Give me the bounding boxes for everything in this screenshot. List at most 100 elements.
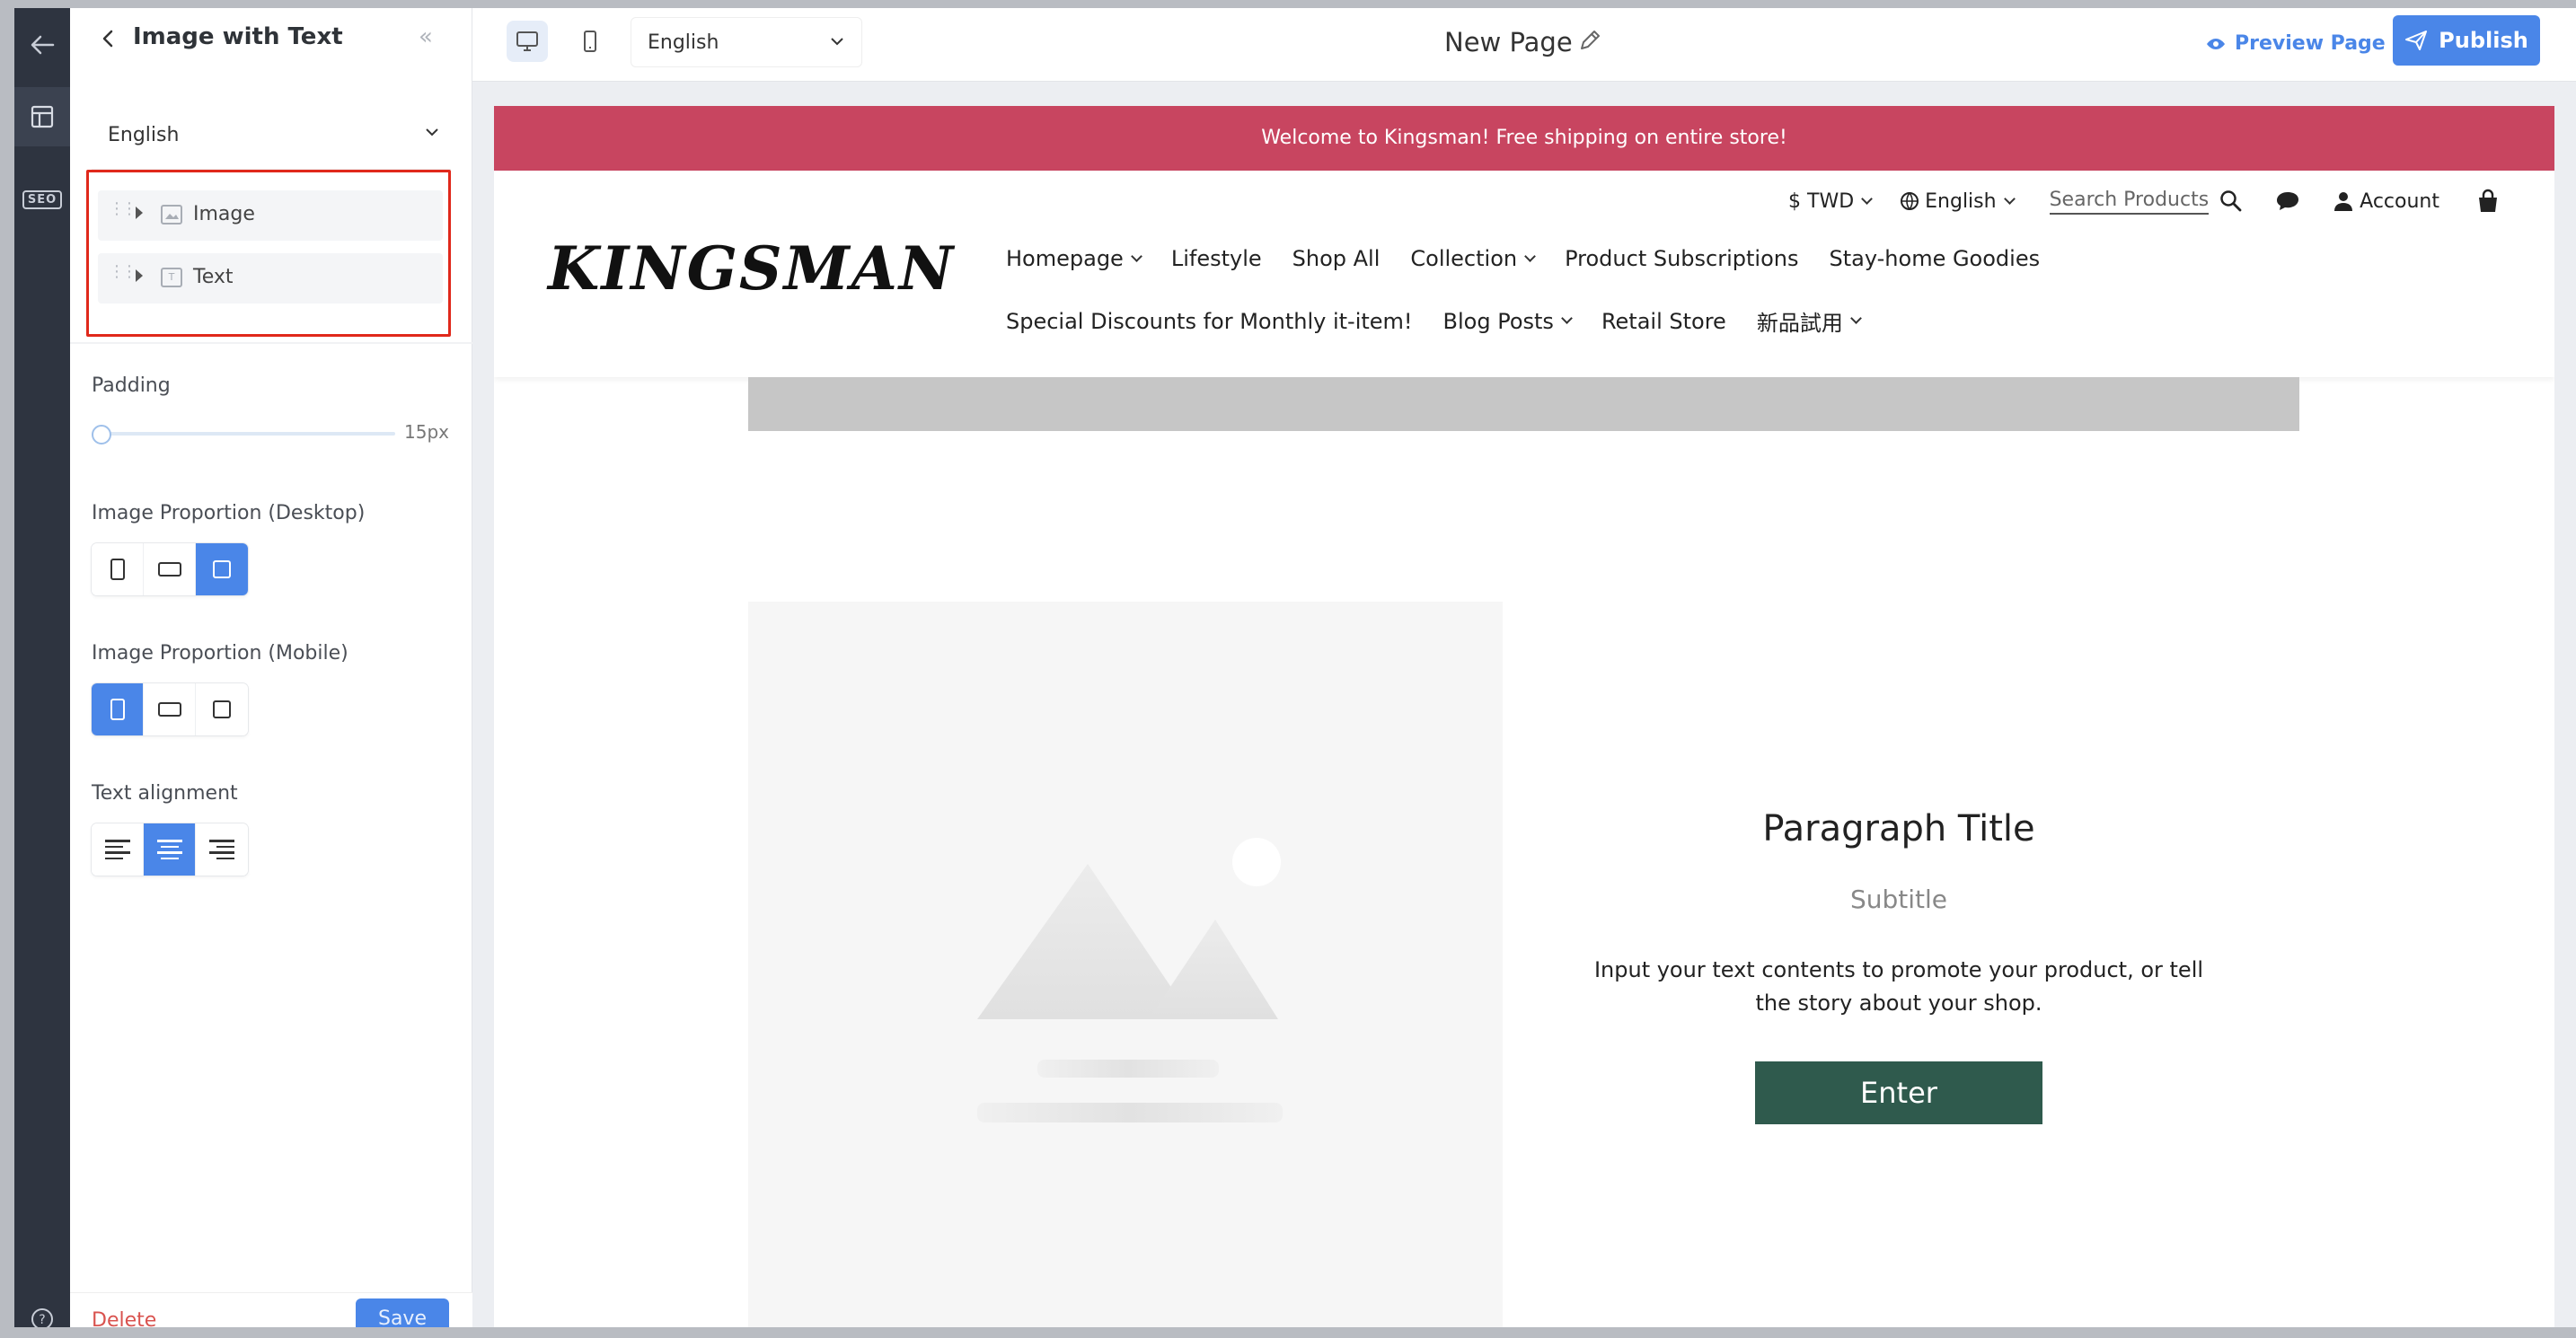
proportion-portrait-button[interactable] bbox=[92, 543, 144, 595]
nav-product-subscriptions[interactable]: Product Subscriptions bbox=[1565, 246, 1798, 271]
nav-special-discounts[interactable]: Special Discounts for Monthly it-item! bbox=[1006, 305, 1413, 337]
preview-language-select[interactable]: English bbox=[631, 17, 862, 67]
window-frame-left bbox=[0, 8, 14, 1327]
proportion-square-button[interactable] bbox=[196, 543, 248, 595]
chat-icon[interactable] bbox=[2275, 190, 2300, 212]
align-center-button[interactable] bbox=[144, 823, 196, 876]
window-frame-bottom bbox=[0, 1327, 2576, 1338]
announcement-bar: Welcome to Kingsman! Free shipping on en… bbox=[494, 106, 2554, 171]
currency-label: $ TWD bbox=[1788, 189, 1855, 213]
drag-handle-icon[interactable]: ⋮⋮ bbox=[109, 201, 137, 217]
page-preview-canvas: Welcome to Kingsman! Free shipping on en… bbox=[494, 106, 2554, 1327]
editor-toolbar: English New Page Preview Page Publish bbox=[472, 8, 2576, 82]
panel-language-select[interactable]: English bbox=[92, 101, 451, 170]
padding-value: 15px bbox=[404, 421, 449, 443]
tree-item-label: Image bbox=[193, 203, 255, 225]
layout-sections-icon[interactable] bbox=[14, 87, 70, 146]
nav-new-trial[interactable]: 新品試用 bbox=[1756, 305, 1862, 337]
publish-button[interactable]: Publish bbox=[2393, 15, 2540, 66]
tree-item-label: Text bbox=[193, 266, 234, 288]
expand-caret-icon[interactable] bbox=[136, 207, 143, 219]
nav-shop-all[interactable]: Shop All bbox=[1292, 246, 1381, 271]
paragraph-title: Paragraph Title bbox=[1762, 808, 2035, 849]
nav-label: Lifestyle bbox=[1170, 246, 1262, 271]
nav-stay-home-goodies[interactable]: Stay-home Goodies bbox=[1830, 246, 2041, 271]
padding-slider-track[interactable] bbox=[99, 432, 395, 436]
nav-label: Retail Store bbox=[1601, 308, 1726, 334]
text-alignment-group bbox=[92, 823, 248, 876]
padding-slider-knob[interactable] bbox=[92, 425, 111, 445]
proportion-landscape-button[interactable] bbox=[144, 543, 196, 595]
panel-title: Image with Text bbox=[133, 23, 343, 50]
expand-caret-icon[interactable] bbox=[136, 269, 143, 282]
text-alignment-label: Text alignment bbox=[92, 782, 238, 805]
image-proportion-desktop-label: Image Proportion (Desktop) bbox=[92, 502, 366, 524]
currency-selector[interactable]: $ TWD bbox=[1788, 189, 1874, 213]
panel-back-chevron-icon[interactable] bbox=[92, 22, 124, 55]
tree-item-image[interactable]: ⋮⋮ Image bbox=[98, 190, 443, 241]
main-nav-row-2: Special Discounts for Monthly it-item! B… bbox=[1006, 305, 1862, 337]
search-input[interactable]: Search Products bbox=[2049, 189, 2210, 215]
image-placeholder[interactable] bbox=[748, 602, 1503, 1327]
account-link[interactable]: Account bbox=[2333, 190, 2439, 213]
eye-icon bbox=[2207, 39, 2225, 49]
image-proportion-mobile-group bbox=[92, 683, 248, 735]
publish-label: Publish bbox=[2439, 28, 2528, 53]
chevron-down-icon bbox=[831, 38, 843, 46]
nav-lifestyle[interactable]: Lifestyle bbox=[1171, 246, 1262, 271]
proportion-square-button[interactable] bbox=[196, 683, 248, 735]
enter-button[interactable]: Enter bbox=[1755, 1061, 2042, 1124]
proportion-portrait-button[interactable] bbox=[92, 683, 144, 735]
desktop-view-button[interactable] bbox=[507, 21, 548, 62]
nav-label: Stay-home Goodies bbox=[1829, 246, 2041, 271]
mobile-view-button[interactable] bbox=[569, 21, 611, 62]
square-icon bbox=[213, 560, 231, 578]
drag-handle-icon[interactable]: ⋮⋮ bbox=[109, 264, 137, 280]
chevron-down-icon bbox=[1130, 250, 1142, 262]
nav-label: Blog Posts bbox=[1442, 308, 1554, 334]
nav-label: Collection bbox=[1410, 246, 1518, 271]
block-tree-highlighted: ⋮⋮ Image ⋮⋮ T Text bbox=[86, 170, 451, 337]
window-frame-top bbox=[0, 0, 2576, 8]
shopping-bag-icon[interactable] bbox=[2475, 189, 2501, 214]
back-arrow-icon[interactable] bbox=[14, 15, 70, 75]
proportion-landscape-button[interactable] bbox=[144, 683, 196, 735]
seo-icon[interactable]: SEO bbox=[14, 170, 70, 229]
preview-page-button[interactable]: Preview Page bbox=[2206, 26, 2386, 62]
panel-divider bbox=[70, 342, 472, 344]
account-label: Account bbox=[2360, 189, 2439, 213]
nav-label: Homepage bbox=[1006, 246, 1124, 271]
store-header: KINGSMAN $ TWD English Search Products A… bbox=[494, 171, 2554, 377]
paragraph-subtitle: Subtitle bbox=[1849, 885, 1948, 914]
edit-pencil-icon[interactable] bbox=[1577, 28, 1602, 57]
image-proportion-desktop-group bbox=[92, 543, 248, 595]
image-icon bbox=[161, 205, 182, 224]
paragraph-body: Input your text contents to promote your… bbox=[1593, 957, 2204, 1016]
nav-label: Shop All bbox=[1292, 246, 1381, 271]
section-settings-panel: Image with Text « English ⋮⋮ Image ⋮⋮ T … bbox=[70, 8, 472, 1338]
main-nav-row-1: Homepage Lifestyle Shop All Collection P… bbox=[1006, 246, 2040, 271]
portrait-icon bbox=[110, 699, 125, 720]
nav-label: 新品試用 bbox=[1756, 311, 1843, 336]
header-utility-bar: $ TWD English Search Products Account bbox=[1760, 183, 2501, 219]
text-content-block: Paragraph Title Subtitle Input your text… bbox=[1503, 806, 2295, 1124]
nav-blog-posts[interactable]: Blog Posts bbox=[1442, 305, 1573, 337]
align-right-button[interactable] bbox=[196, 823, 248, 876]
image-placeholder-icon bbox=[977, 838, 1283, 1122]
nav-retail-store[interactable]: Retail Store bbox=[1601, 305, 1726, 337]
align-left-button[interactable] bbox=[92, 823, 144, 876]
nav-homepage[interactable]: Homepage bbox=[1006, 246, 1142, 271]
nav-collection[interactable]: Collection bbox=[1410, 246, 1536, 271]
collapse-panel-icon[interactable]: « bbox=[419, 21, 433, 53]
portrait-icon bbox=[110, 559, 125, 580]
editor-icon-bar: SEO ? bbox=[14, 8, 83, 1330]
user-icon bbox=[2334, 192, 2353, 211]
search-icon[interactable] bbox=[2219, 189, 2243, 213]
desktop-icon bbox=[516, 31, 538, 51]
store-logo[interactable]: KINGSMAN bbox=[548, 233, 955, 304]
square-icon bbox=[213, 700, 231, 718]
search-products[interactable]: Search Products bbox=[2049, 189, 2244, 215]
banner-placeholder bbox=[748, 377, 2299, 431]
language-selector[interactable]: English bbox=[1900, 190, 2016, 213]
tree-item-text[interactable]: ⋮⋮ T Text bbox=[98, 253, 443, 304]
